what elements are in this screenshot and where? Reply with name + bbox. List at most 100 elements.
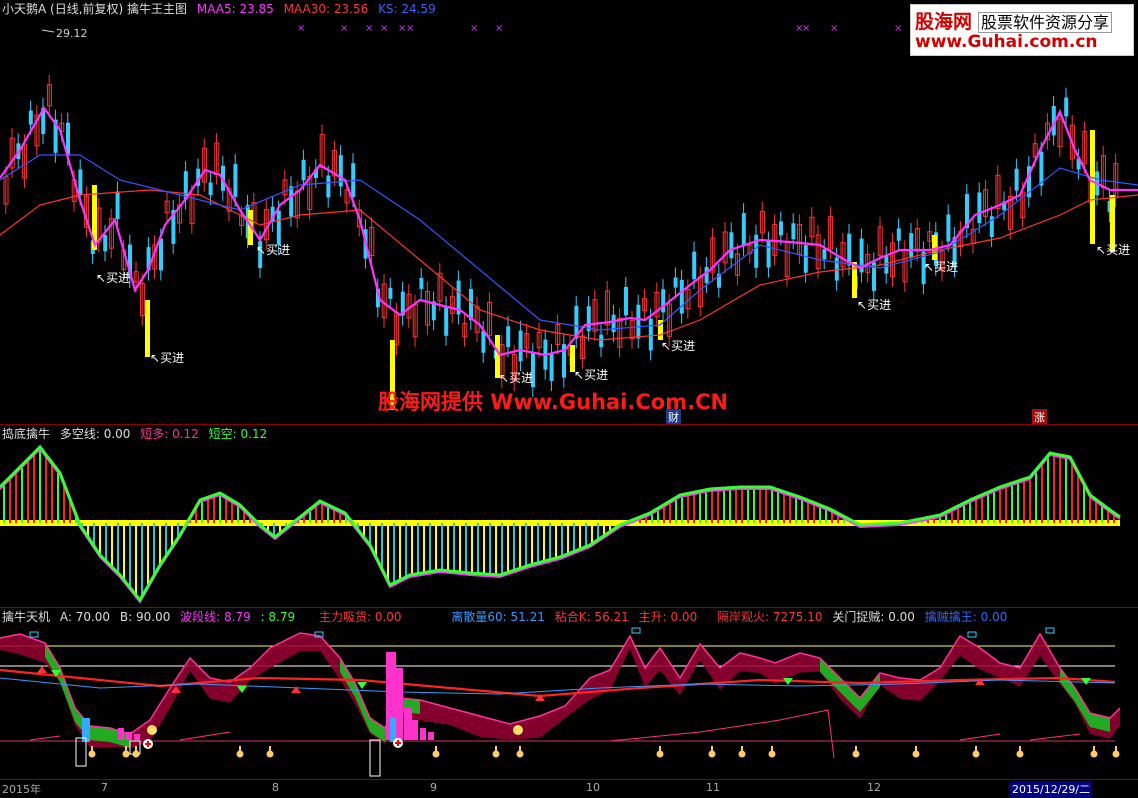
buy-label: ↖买进	[924, 260, 959, 274]
zhuli-bar	[412, 720, 418, 740]
time-tick: 2015年	[2, 783, 41, 796]
marker-zhang: 涨	[1032, 409, 1047, 425]
zhuli-bar	[134, 734, 140, 740]
peak-box-icon	[1045, 627, 1055, 634]
hand-icon-finger	[659, 746, 661, 752]
hand-icon-finger	[91, 746, 93, 752]
ks-line	[0, 154, 1138, 331]
indicator-pane-tianji[interactable]: 擒牛天机 A: 70.00 B: 90.00 波段线: 8.79 : 8.79 …	[0, 607, 1138, 780]
mid-header: 捣底擒牛 多空线: 0.00 短多: 0.12 短空: 0.12	[2, 426, 273, 442]
cross-marker: ×	[894, 23, 902, 34]
candle-body	[729, 232, 734, 259]
candle-body	[896, 228, 901, 241]
cross-marker: ×	[495, 23, 503, 34]
hand-icon-finger	[125, 746, 127, 752]
candle-body	[28, 110, 33, 125]
boduan-label: 波段线: 8.79	[180, 610, 251, 624]
peak-box-icon	[967, 631, 977, 638]
candle-body	[115, 191, 120, 220]
cross-marker: ×	[365, 23, 373, 34]
dip-outline	[369, 739, 381, 777]
zhuli-bar	[404, 708, 412, 740]
candle-body	[884, 256, 889, 274]
high-pointer	[41, 29, 55, 33]
candle-body	[419, 278, 424, 289]
zhuli-bar	[420, 728, 426, 740]
tianji-indicator-chart[interactable]	[0, 608, 1138, 780]
duanduo-label: 短多: 0.12	[140, 427, 199, 441]
hand-icon-finger	[239, 746, 241, 752]
qinzei-label: 擒贼擒王: 0.00	[924, 610, 1008, 624]
buy-signal-bar	[1090, 130, 1095, 244]
hand-icon-finger	[1093, 746, 1095, 752]
hand-icon-finger	[975, 746, 977, 752]
lisan-bar	[390, 718, 396, 742]
candle-body	[822, 249, 827, 260]
time-tick: 12	[867, 781, 881, 794]
down-arrow-icon	[357, 682, 367, 689]
daodi-indicator-chart[interactable]	[0, 425, 1138, 607]
marker-cai: 财	[666, 409, 681, 425]
main-chart-pane[interactable]: × × × × × × × × × × × × 小天鹅A (日线,前复权) 擒牛王主图 MAA5: 2…	[0, 0, 1138, 425]
dip-outline	[75, 737, 87, 767]
candle-body	[103, 235, 108, 252]
candle-body	[766, 241, 771, 268]
candle-body	[661, 289, 666, 313]
down-arrow-icon	[1081, 678, 1091, 685]
hand-icon-finger	[1115, 746, 1117, 752]
zhuli-bar	[126, 732, 132, 740]
time-cursor-date[interactable]: 2015/12/29/二	[1010, 781, 1093, 797]
geanguan-label: 隔岸观火: 7275.10	[717, 610, 823, 624]
candle-body	[444, 306, 449, 336]
high-price-tag: 29.12	[56, 27, 88, 40]
time-axis[interactable]: 2015年 7 8 9 10 11 12 2015/12/29/二	[0, 779, 1138, 798]
time-tick: 7	[101, 781, 108, 794]
zhuli-bar	[118, 728, 124, 740]
buy-label: ↖买进	[256, 243, 291, 257]
candle-body	[469, 288, 473, 321]
candle-body	[779, 221, 783, 236]
logo-url: www.Guhai.com.cn	[915, 32, 1098, 52]
step-line	[609, 709, 835, 759]
time-tick: 10	[586, 781, 600, 794]
zhusheng-label: 主升: 0.00	[638, 610, 698, 624]
logo-tagline: 股票软件资源分享	[978, 12, 1113, 33]
duankong-label: 短空: 0.12	[208, 427, 268, 441]
bot-header: 擒牛天机 A: 70.00 B: 90.00 波段线: 8.79 : 8.79 …	[2, 609, 1013, 625]
hand-icon-finger	[711, 746, 713, 752]
candle-body	[624, 286, 628, 316]
candle-body	[289, 186, 294, 217]
candle-body	[946, 214, 951, 242]
candle-body	[692, 251, 697, 280]
candle-body	[741, 213, 746, 247]
buy-label: ↖买进	[96, 271, 131, 285]
cross-marker: ×	[470, 23, 478, 34]
bot-title: 擒牛天机	[2, 610, 51, 624]
indicator-pane-daodi[interactable]: 捣底擒牛 多空线: 0.00 短多: 0.12 短空: 0.12	[0, 424, 1138, 607]
ks-label: KS: 24.59	[378, 2, 436, 16]
cross-marker: ×	[802, 23, 810, 34]
main-header: 小天鹅A (日线,前复权) 擒牛王主图 MAA5: 23.85 MAA30: 2…	[2, 1, 442, 17]
candle-body	[159, 238, 163, 271]
time-tick: 11	[706, 781, 720, 794]
zhuli-bar	[428, 732, 434, 740]
candle-body	[977, 192, 982, 224]
candle-body	[679, 279, 684, 314]
candle-body	[276, 210, 281, 245]
cross-signal-icon-v	[147, 741, 149, 747]
v2-label: : 8.79	[260, 610, 296, 624]
candle-body	[233, 164, 238, 197]
maa30-label: MAA30: 23.56	[283, 2, 369, 16]
candle-body	[803, 245, 808, 273]
guanmen-label: 关门捉贼: 0.00	[832, 610, 915, 624]
cross-marker: ×	[406, 23, 414, 34]
maa5-label: MAA5: 23.85	[196, 2, 274, 16]
step-line	[959, 733, 1001, 741]
hand-icon-finger	[435, 746, 437, 752]
hand-icon-finger	[855, 746, 857, 752]
candle-body	[834, 257, 839, 281]
hand-icon-finger	[771, 746, 773, 752]
candle-body	[636, 304, 641, 339]
cross-marker: ×	[340, 23, 348, 34]
buy-label: ↖买进	[150, 351, 185, 365]
